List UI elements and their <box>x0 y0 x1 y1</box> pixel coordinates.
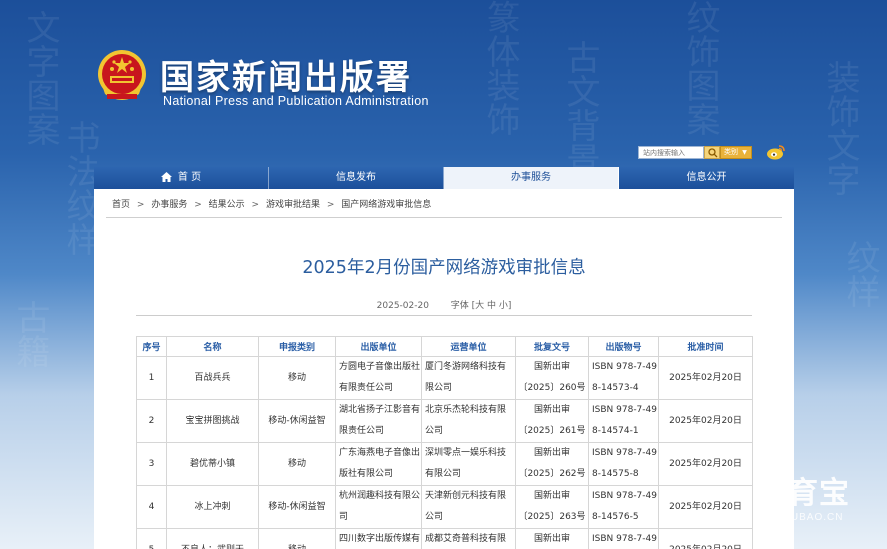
breadcrumb-divider <box>106 217 782 218</box>
chevron-down-icon: ▼ <box>742 149 747 156</box>
cell-approval-date: 2025年02月20日 <box>658 442 753 486</box>
breadcrumb-link-results[interactable]: 结果公示 <box>209 200 245 210</box>
table-row: 4 冰上冲刺 移动-休闲益智 杭州润趣科技有限公司 天津新创元科技有限公司 国新… <box>136 485 753 529</box>
cell-approval-number: 国新出审〔2025〕260号 <box>515 356 589 400</box>
cell-approval-number: 国新出审〔2025〕262号 <box>515 442 589 486</box>
site-title-chinese[interactable]: 国家新闻出版署 <box>160 50 412 99</box>
approval-table: 序号 名称 申报类别 出版单位 运营单位 批复文号 出版物号 批准时间 1 百战… <box>136 336 753 549</box>
search-button[interactable] <box>704 146 720 159</box>
breadcrumb-separator: > <box>326 200 335 210</box>
nav-item-services[interactable]: 办事服务 <box>444 167 619 189</box>
breadcrumb-separator: > <box>194 200 202 210</box>
page-title: 2025年2月份国产网络游戏审批信息 <box>302 258 586 278</box>
main-navigation: 首 页 信息发布 办事服务 信息公开 <box>94 167 794 189</box>
cell-publisher: 四川数字出版传媒有限公司 <box>335 528 422 549</box>
column-header-index: 序号 <box>136 336 167 357</box>
column-header-approval-number: 批复文号 <box>515 336 589 357</box>
cell-index: 3 <box>136 442 167 486</box>
cell-isbn: ISBN 978-7-498-14574-1 <box>588 399 659 443</box>
nav-item-information-disclosure[interactable]: 信息公开 <box>619 167 794 189</box>
search-icon <box>708 148 718 158</box>
cell-category: 移动-休闲益智 <box>258 399 336 443</box>
breadcrumb-link-game-approval[interactable]: 游戏审批结果 <box>266 200 320 210</box>
breadcrumb-link-services[interactable]: 办事服务 <box>151 200 187 210</box>
meta-divider <box>136 315 752 316</box>
column-header-approval-date: 批准时间 <box>658 336 753 357</box>
column-header-category: 申报类别 <box>258 336 336 357</box>
nav-item-label: 首 页 <box>177 172 202 183</box>
breadcrumb-separator: > <box>136 200 145 210</box>
cell-publisher: 杭州润趣科技有限公司 <box>335 485 422 529</box>
table-body: 1 百战兵兵 移动 方圆电子音像出版社有限责任公司 厦门冬游网络科技有限公司 国… <box>136 356 753 549</box>
nav-item-information-release[interactable]: 信息发布 <box>269 167 444 189</box>
publish-date: 2025-02-20 <box>376 301 429 311</box>
cell-publisher: 广东海燕电子音像出版社有限公司 <box>335 442 422 486</box>
cell-name: 不良人：武则天 <box>166 528 259 549</box>
cell-approval-number: 国新出审〔2025〕261号 <box>515 399 589 443</box>
cell-name: 百战兵兵 <box>166 356 259 400</box>
breadcrumb: 首页 > 办事服务 > 结果公示 > 游戏审批结果 > 国产网络游戏审批信息 <box>112 197 435 210</box>
cell-publisher: 湖北省扬子江影音有限责任公司 <box>335 399 422 443</box>
cell-operator: 厦门冬游网络科技有限公司 <box>421 356 516 400</box>
table-row: 1 百战兵兵 移动 方圆电子音像出版社有限责任公司 厦门冬游网络科技有限公司 国… <box>136 356 753 400</box>
cell-category: 移动 <box>258 356 336 400</box>
font-size-switcher[interactable]: 字体 [大 中 小] <box>451 301 512 311</box>
nav-item-label: 信息发布 <box>336 172 376 183</box>
cell-isbn: ISBN 978-7-498-14573-4 <box>588 356 659 400</box>
cell-name: 宝宝拼图挑战 <box>166 399 259 443</box>
category-select[interactable]: 类别 ▼ <box>720 146 752 159</box>
cell-name: 碧优蒂小镇 <box>166 442 259 486</box>
background-calligraphy: 古籍 <box>10 300 50 368</box>
cell-approval-date: 2025年02月20日 <box>658 485 753 529</box>
cell-isbn: ISBN 978-7-498-14576-5 <box>588 485 659 529</box>
category-select-label: 类别 <box>724 148 738 156</box>
cell-approval-date: 2025年02月20日 <box>658 399 753 443</box>
table-row: 2 宝宝拼图挑战 移动-休闲益智 湖北省扬子江影音有限责任公司 北京乐杰轮科技有… <box>136 399 753 443</box>
cell-approval-date: 2025年02月20日 <box>658 356 753 400</box>
cell-category: 移动 <box>258 442 336 486</box>
cell-name: 冰上冲刺 <box>166 485 259 529</box>
cell-approval-number: 国新出审〔2025〕263号 <box>515 485 589 529</box>
cell-category: 移动-休闲益智 <box>258 485 336 529</box>
breadcrumb-link-home[interactable]: 首页 <box>112 200 130 210</box>
cell-approval-number: 国新出审〔2025〕264号 <box>515 528 589 549</box>
nav-item-label: 信息公开 <box>686 172 727 183</box>
column-header-operator: 运营单位 <box>421 336 516 357</box>
cell-isbn: ISBN 978-7-498-14575-8 <box>588 442 659 486</box>
site-header: 国家新闻出版署 National Press and Publication A… <box>0 0 887 170</box>
watermark-logo-text: 教育宝 <box>757 476 850 511</box>
national-emblem-icon[interactable] <box>95 48 149 104</box>
cell-index: 1 <box>136 356 167 400</box>
cell-index: 5 <box>136 528 167 549</box>
site-title-english: National Press and Publication Administr… <box>163 94 429 108</box>
table-row: 5 不良人：武则天 移动 四川数字出版传媒有限公司 成都艾奇普科技有限公司 国新… <box>136 528 753 549</box>
cell-approval-date: 2025年02月20日 <box>658 528 753 549</box>
site-watermark: 教育宝 JIAOYUBAO.CN <box>757 476 850 523</box>
column-header-publisher: 出版单位 <box>335 336 422 357</box>
breadcrumb-current[interactable]: 国产网络游戏审批信息 <box>341 200 431 210</box>
cell-operator: 深圳零点一娱乐科技有限公司 <box>421 442 516 486</box>
table-row: 3 碧优蒂小镇 移动 广东海燕电子音像出版社有限公司 深圳零点一娱乐科技有限公司… <box>136 442 753 486</box>
column-header-isbn: 出版物号 <box>588 336 659 357</box>
cell-isbn: ISBN 978-7-498-14577-2 <box>588 528 659 549</box>
weibo-icon[interactable] <box>766 144 786 160</box>
cell-operator: 天津新创元科技有限公司 <box>421 485 516 529</box>
cell-operator: 北京乐杰轮科技有限公司 <box>421 399 516 443</box>
article-meta: 2025-02-20 字体 [大 中 小] <box>94 298 794 311</box>
nav-item-label: 办事服务 <box>511 172 551 183</box>
cell-index: 2 <box>136 399 167 443</box>
breadcrumb-separator: > <box>251 200 260 210</box>
column-header-name: 名称 <box>166 336 259 357</box>
nav-item-home[interactable]: 首 页 <box>94 167 269 189</box>
background-calligraphy: 纹样 <box>840 240 880 308</box>
main-content: 首页 > 办事服务 > 结果公示 > 游戏审批结果 > 国产网络游戏审批信息 2… <box>94 189 794 549</box>
table-header-row: 序号 名称 申报类别 出版单位 运营单位 批复文号 出版物号 批准时间 <box>136 336 753 357</box>
cell-index: 4 <box>136 485 167 529</box>
site-search-input[interactable]: 站内搜索输入 <box>638 146 704 159</box>
cell-publisher: 方圆电子音像出版社有限责任公司 <box>335 356 422 400</box>
watermark-url: JIAOYUBAO.CN <box>757 512 844 523</box>
cell-category: 移动 <box>258 528 336 549</box>
cell-operator: 成都艾奇普科技有限公司 <box>421 528 516 549</box>
home-icon <box>160 172 172 182</box>
